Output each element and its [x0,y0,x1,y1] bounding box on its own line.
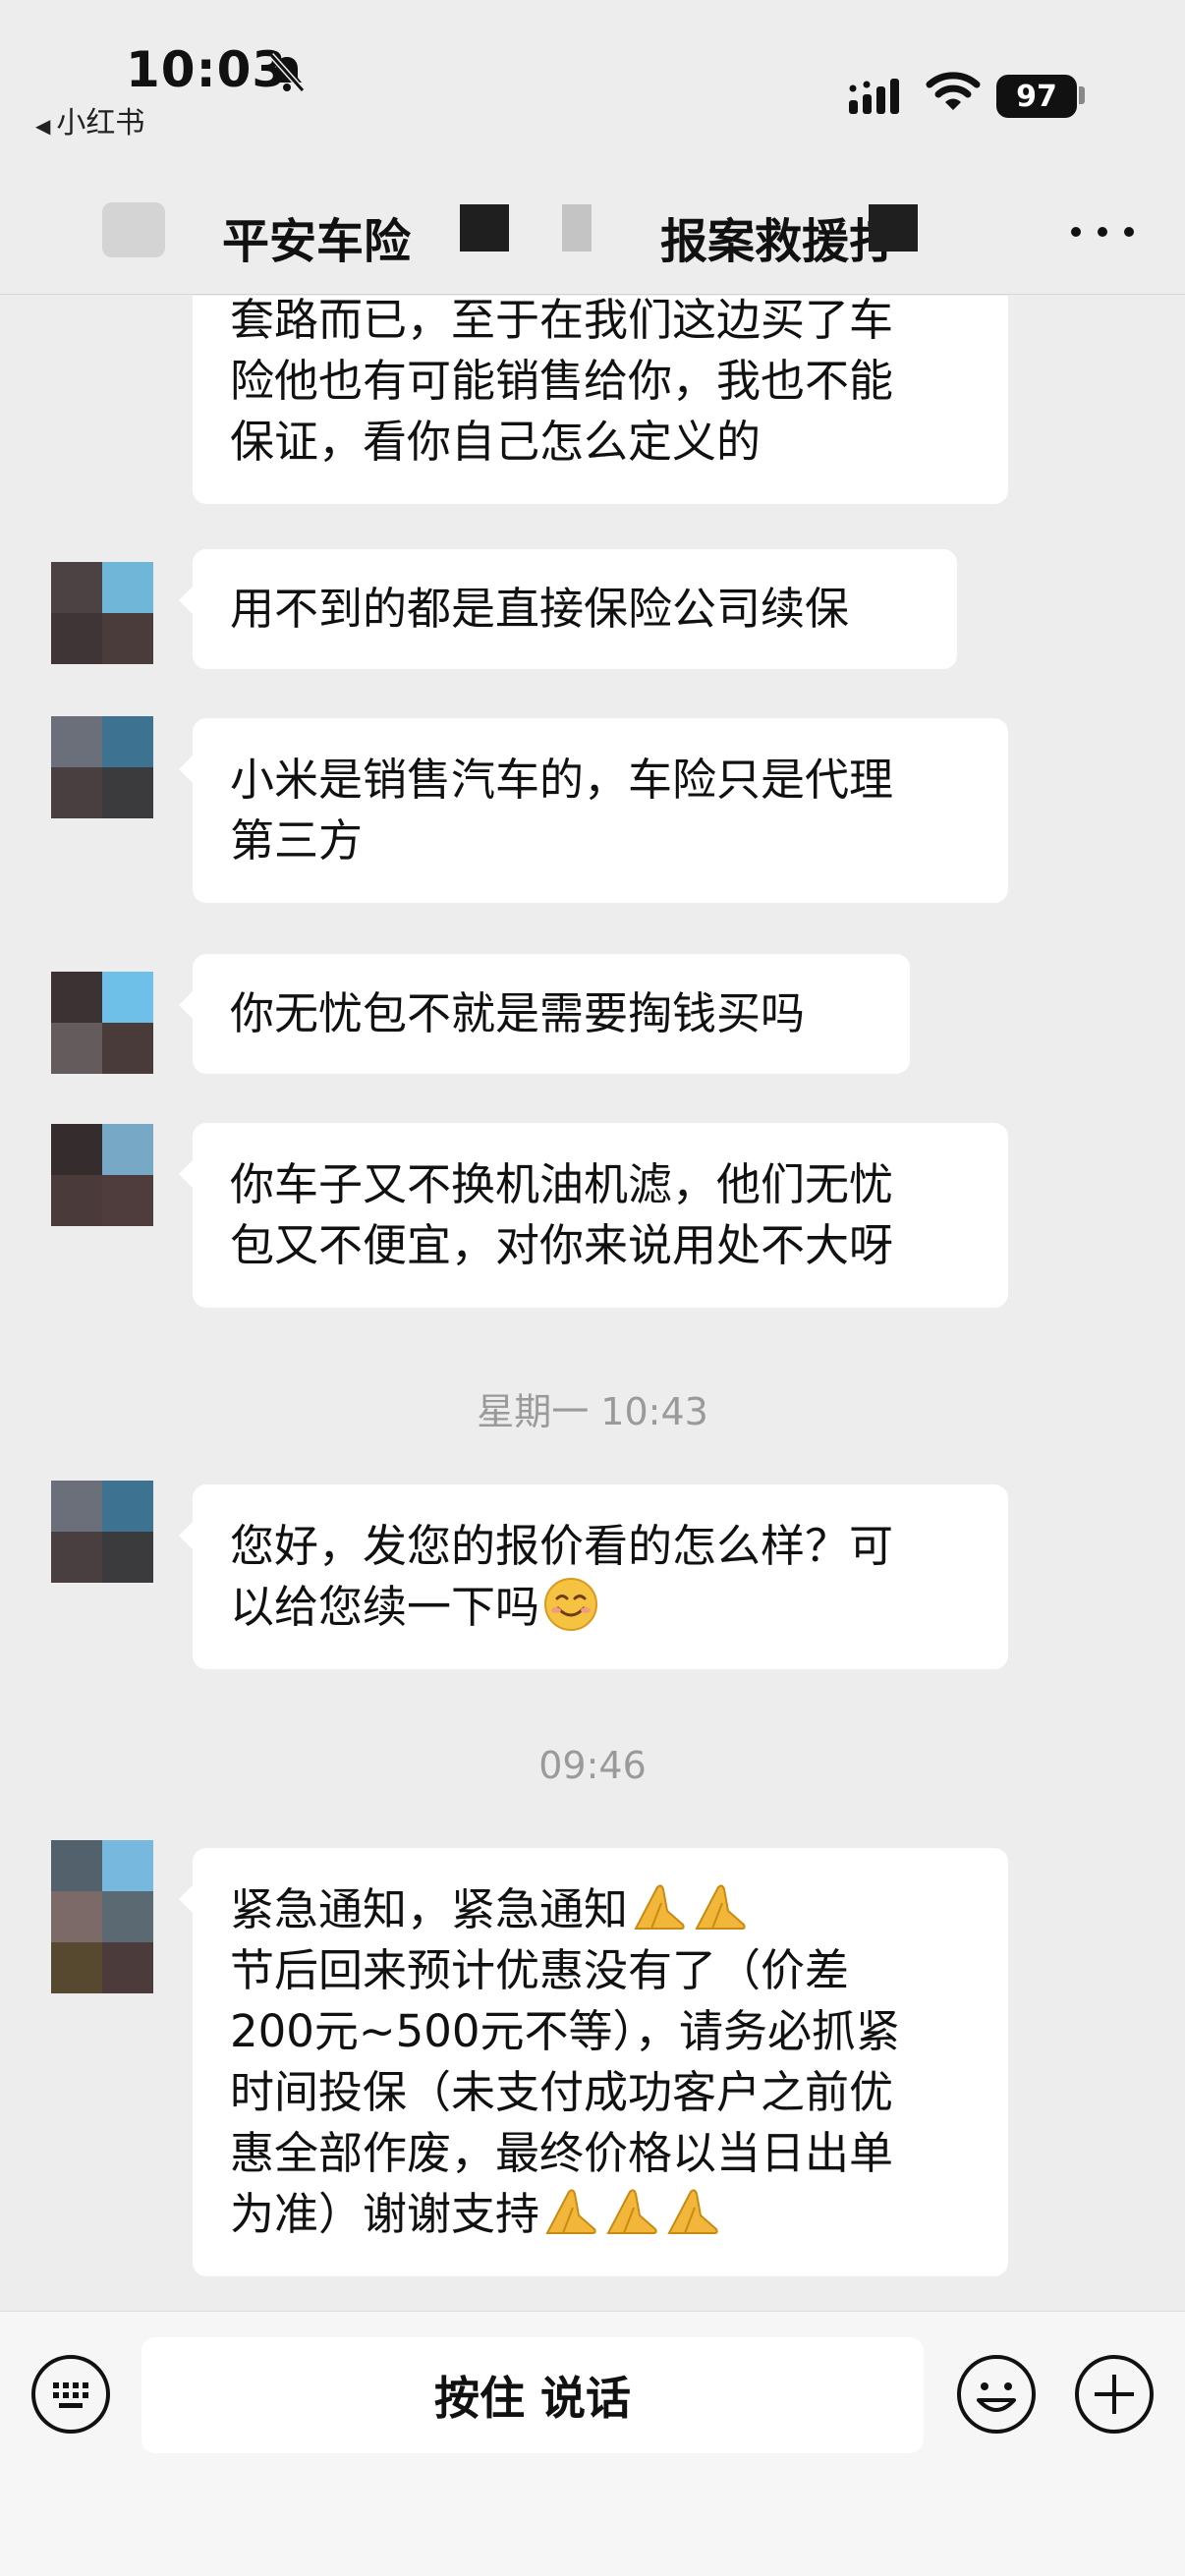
status-bar: 10:03 ◀ 小红书 97 [0,0,1185,147]
message-bubble[interactable]: 紧急通知，紧急通知 节后回来预计优惠没有了（价差 200元~500元不等），请务… [179,1848,1008,2276]
hold-to-talk-button[interactable]: 按住 说话 [141,2337,924,2453]
message-text: 套路而已，至于在我们这边买了车 险他也有可能销售给你，我也不能 保证，看你自己怎… [230,296,894,468]
folded-hands-emoji [695,1884,746,1930]
back-to-app-link[interactable]: ◀ 小红书 [35,98,144,141]
chat-header: 平安车险 报案救援打 [0,147,1185,295]
clock: 10:03 [126,41,288,98]
message-text: 紧急通知，紧急通知 [230,1883,629,1935]
plus-circle-icon[interactable] [1073,2353,1156,2436]
folded-hands-emoji [634,1884,685,1930]
timestamp: 09:46 [538,1744,647,1787]
battery-indicator: 97 [996,75,1077,118]
back-app-label: 小红书 [56,106,145,140]
avatar[interactable] [51,972,153,1074]
redaction-block [460,204,509,252]
bell-slash-icon [268,53,306,92]
avatar[interactable] [51,1124,153,1226]
cellular-signal-icon [849,79,899,114]
battery-tip [1079,86,1085,104]
chat-title-part-2: 报案救援打 [660,214,897,269]
keyboard-icon[interactable] [29,2353,112,2436]
timestamp: 星期一 10:43 [477,1390,708,1433]
message-bubble[interactable]: 用不到的都是直接保险公司续保 [179,549,957,669]
blurred-back-button[interactable] [102,202,165,257]
smiling-face-emoji [544,1578,598,1631]
avatar[interactable] [51,1481,153,1583]
message-bubble[interactable]: 你车子又不换机油机滤，他们无忧 包又不便宜，对你来说用处不大呀 [179,1123,1008,1308]
message-bubble[interactable]: 小米是销售汽车的，车险只是代理 第三方 [179,718,1008,903]
redaction-block [869,204,918,252]
chat-title-part-1: 平安车险 [222,214,412,269]
message-text: 用不到的都是直接保险公司续保 [230,583,850,635]
folded-hands-emoji [667,2189,718,2234]
message-bubble[interactable]: 您好，发您的报价看的怎么样？可 以给您续一下吗 [179,1484,1008,1669]
message-list[interactable]: 套路而已，至于在我们这边买了车 险他也有可能销售给你，我也不能 保证，看你自己怎… [0,296,1185,2310]
folded-hands-emoji [606,2189,657,2234]
chat-title: 平安车险 报案救援打 [222,202,896,271]
message-bubble[interactable]: 你无忧包不就是需要掏钱买吗 [179,954,910,1074]
avatar[interactable] [51,716,153,818]
wifi-icon [926,72,981,110]
avatar[interactable] [51,1840,153,1993]
more-icon[interactable] [1071,212,1134,252]
message-bubble[interactable]: 套路而已，至于在我们这边买了车 险他也有可能销售给你，我也不能 保证，看你自己怎… [193,296,1008,504]
redaction-blur [562,204,592,252]
input-bar: 按住 说话 [0,2311,1185,2576]
message-text: 你无忧包不就是需要掏钱买吗 [230,987,806,1039]
folded-hands-emoji [545,2189,596,2234]
message-text: 你车子又不换机油机滤，他们无忧 包又不便宜，对你来说用处不大呀 [230,1158,894,1271]
back-triangle-icon: ◀ [35,114,51,138]
emoji-icon[interactable] [955,2353,1038,2436]
message-text: 小米是销售汽车的，车险只是代理 第三方 [230,754,894,867]
avatar[interactable] [51,562,153,664]
